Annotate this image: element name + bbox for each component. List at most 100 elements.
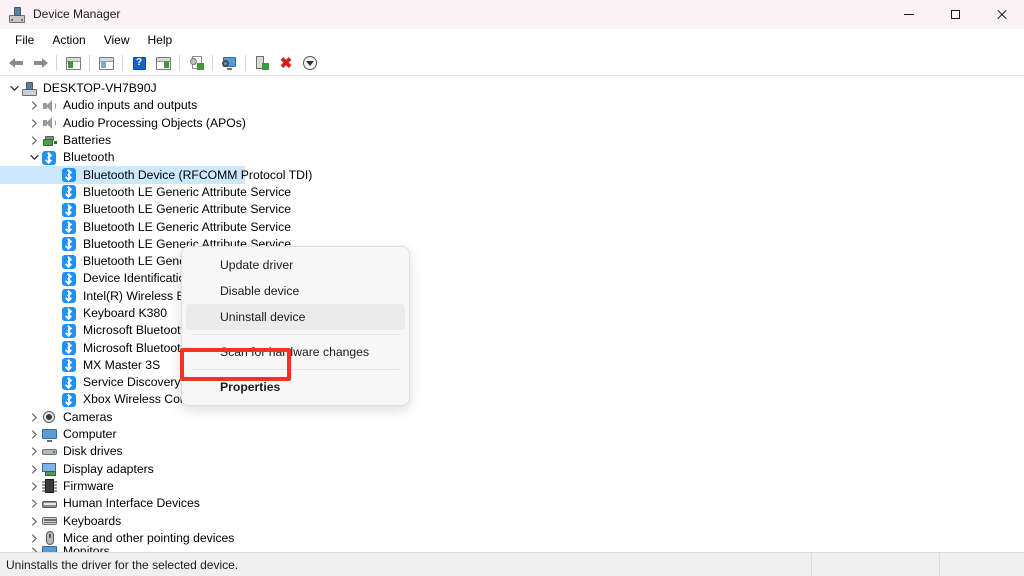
tree-item[interactable]: Human Interface Devices — [0, 495, 1024, 512]
tree-item[interactable]: Bluetooth LE Generic Attribute Service — [0, 218, 1024, 235]
context-menu-item-update-driver[interactable]: Update driver — [186, 252, 405, 278]
tree-item[interactable]: MX Master 3S — [0, 357, 1024, 374]
close-icon — [996, 9, 1007, 20]
tree-item[interactable]: Bluetooth LE Generic Attribute Service — [0, 201, 1024, 218]
tree-item[interactable]: DESKTOP-VH7B90J — [0, 80, 1024, 97]
tree-item[interactable]: Bluetooth — [0, 149, 1024, 166]
tree-item[interactable]: Firmware — [0, 478, 1024, 495]
scan-for-hardware-changes-icon — [221, 56, 237, 70]
chevron-right-icon[interactable] — [26, 465, 42, 474]
tree-item[interactable]: Intel(R) Wireless Bluetooth(R) — [0, 288, 1024, 305]
menu-view[interactable]: View — [95, 30, 139, 50]
context-menu-item-disable-device[interactable]: Disable device — [186, 278, 405, 304]
enable-device-button[interactable] — [250, 52, 274, 74]
toolbar-separator — [179, 55, 180, 71]
bluetooth-icon — [62, 340, 78, 356]
camera-icon — [42, 409, 58, 425]
firmware-icon — [42, 478, 58, 494]
context-menu-item-properties[interactable]: Properties — [186, 374, 405, 400]
chevron-right-icon[interactable] — [26, 447, 42, 456]
context-menu-item-label: Uninstall device — [220, 310, 306, 324]
tree-item[interactable]: Keyboard K380 — [0, 305, 1024, 322]
disable-device-button[interactable] — [298, 52, 322, 74]
bluetooth-icon — [62, 288, 78, 304]
bluetooth-icon — [62, 254, 78, 270]
device-tree[interactable]: DESKTOP-VH7B90J Audio inputs and outputs A… — [0, 76, 1024, 552]
bluetooth-icon — [62, 184, 78, 200]
display-adapter-icon — [42, 461, 58, 477]
back-button[interactable] — [4, 52, 28, 74]
chevron-right-icon[interactable] — [26, 516, 42, 526]
chevron-right-icon[interactable] — [26, 499, 42, 508]
chevron-right-icon[interactable] — [26, 136, 42, 145]
tree-item[interactable]: Xbox Wireless Controller — [0, 391, 1024, 408]
minimize-button[interactable] — [886, 0, 932, 29]
device-tree-panel[interactable]: DESKTOP-VH7B90J Audio inputs and outputs A… — [0, 76, 1024, 552]
chevron-down-icon[interactable] — [6, 84, 22, 93]
back-arrow-icon — [8, 57, 24, 69]
tree-item[interactable]: Audio inputs and outputs — [0, 97, 1024, 114]
enable-device-icon — [255, 56, 269, 70]
context-menu-separator — [192, 369, 399, 370]
bluetooth-icon — [62, 357, 78, 373]
update-driver-button[interactable] — [184, 52, 208, 74]
device-manager-icon — [9, 6, 25, 23]
bluetooth-icon — [62, 392, 78, 408]
maximize-button[interactable] — [932, 0, 978, 29]
tree-item-label: Bluetooth LE Generic Attribute Service — [83, 202, 291, 217]
tree-item-label: Keyboard K380 — [83, 306, 168, 320]
menu-action[interactable]: Action — [43, 30, 94, 50]
battery-icon — [42, 133, 58, 149]
tree-item[interactable]: Mice and other pointing devices — [0, 530, 1024, 547]
chevron-right-icon[interactable] — [26, 101, 42, 111]
properties-button[interactable] — [94, 52, 118, 74]
chevron-right-icon[interactable] — [26, 534, 42, 543]
tree-item[interactable]: Display adapters — [0, 461, 1024, 478]
show-hide-action-pane-icon — [155, 56, 171, 70]
chevron-right-icon[interactable] — [26, 430, 42, 439]
bluetooth-icon — [62, 323, 78, 339]
bluetooth-icon — [62, 236, 78, 252]
bluetooth-icon — [62, 306, 78, 322]
chevron-right-icon[interactable] — [26, 119, 42, 128]
forward-arrow-icon — [33, 57, 48, 69]
tree-item[interactable]: Disk drives — [0, 443, 1024, 460]
tree-item[interactable]: Keyboards — [0, 512, 1024, 529]
tree-item[interactable]: Microsoft Bluetooth Enumerator — [0, 322, 1024, 339]
tree-item[interactable]: Bluetooth LE Generic Attribute Service — [0, 253, 1024, 270]
tree-item-label: Disk drives — [63, 444, 123, 459]
tree-item[interactable]: Computer — [0, 426, 1024, 443]
context-menu[interactable]: Update driver Disable device Uninstall dev… — [181, 246, 410, 406]
tree-item-label: Computer — [63, 427, 117, 442]
chevron-right-icon[interactable] — [26, 413, 42, 422]
menu-help[interactable]: Help — [139, 30, 182, 50]
tree-item-label: Batteries — [63, 133, 112, 148]
uninstall-device-button[interactable]: ✖ — [274, 52, 298, 74]
tree-item[interactable]: Microsoft Bluetooth LE Enumerator — [0, 339, 1024, 356]
tree-item[interactable]: Device Identification Service — [0, 270, 1024, 287]
context-menu-item-scan-for-hardware-changes[interactable]: Scan for hardware changes — [186, 339, 405, 365]
tree-item[interactable]: Batteries — [0, 132, 1024, 149]
show-hide-action-pane-button[interactable] — [151, 52, 175, 74]
help-button[interactable]: ? — [127, 52, 151, 74]
tree-item[interactable]: Cameras — [0, 409, 1024, 426]
menu-file[interactable]: File — [6, 30, 43, 50]
chevron-right-icon[interactable] — [26, 547, 42, 552]
tree-item[interactable]: Bluetooth LE Generic Attribute Service — [0, 184, 1024, 201]
toolbar-separator — [56, 55, 57, 71]
tree-item[interactable]: Service Discovery Service — [0, 374, 1024, 391]
tree-item-label: Keyboards — [63, 513, 122, 528]
context-menu-item-label: Properties — [220, 380, 281, 394]
forward-button[interactable] — [28, 52, 52, 74]
tree-item[interactable]: Audio Processing Objects (APOs) — [0, 115, 1024, 132]
chevron-right-icon[interactable] — [26, 482, 42, 491]
status-bar: Uninstalls the driver for the selected d… — [0, 552, 1024, 576]
close-button[interactable] — [978, 0, 1024, 29]
show-hide-console-tree-button[interactable] — [61, 52, 85, 74]
scan-for-hardware-changes-button[interactable] — [217, 52, 241, 74]
context-menu-item-uninstall-device[interactable]: Uninstall device — [186, 304, 405, 330]
tree-item-selected[interactable]: Bluetooth Device (RFCOMM Protocol TDI) — [0, 166, 1024, 184]
tree-item[interactable]: Monitors — [0, 544, 1024, 552]
chevron-down-icon[interactable] — [26, 153, 42, 162]
tree-item[interactable]: Bluetooth LE Generic Attribute Service — [0, 236, 1024, 253]
